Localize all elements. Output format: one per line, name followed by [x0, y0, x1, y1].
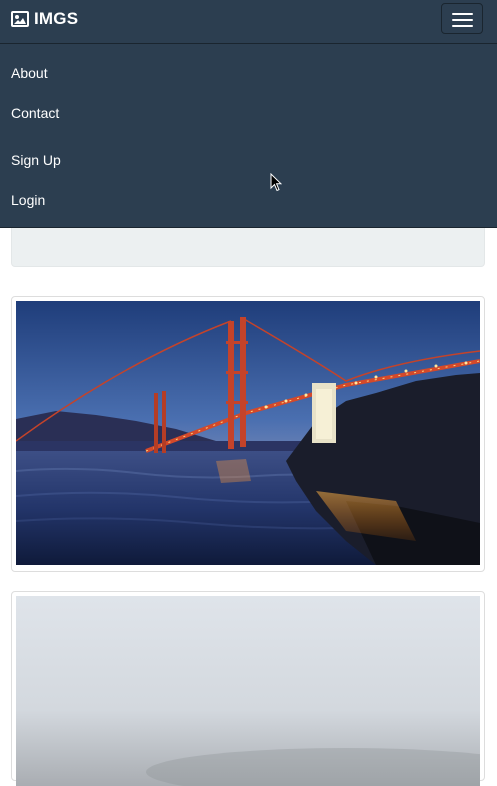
nav-link-contact[interactable]: Contact	[11, 104, 59, 122]
navbar-toggle-button[interactable]	[441, 3, 483, 34]
nav-link-login[interactable]: Login	[11, 191, 45, 209]
nav-link-about[interactable]: About	[11, 64, 48, 82]
navbar: IMGS About Contact Sign Up Login	[0, 0, 497, 228]
nav-link-sign-up[interactable]: Sign Up	[11, 151, 61, 169]
golden-gate-bridge-image[interactable]	[16, 301, 480, 565]
navbar-header: IMGS	[0, 0, 497, 44]
gallery-thumbnail-1[interactable]	[11, 296, 485, 572]
brand-link[interactable]: IMGS	[11, 8, 78, 30]
navbar-divider	[0, 227, 497, 228]
image-icon	[11, 11, 29, 27]
mouse-pointer-icon	[270, 173, 282, 192]
brand-name: IMGS	[34, 9, 79, 28]
foggy-sky-image[interactable]	[16, 596, 480, 786]
gallery-thumbnail-2[interactable]	[11, 591, 485, 786]
